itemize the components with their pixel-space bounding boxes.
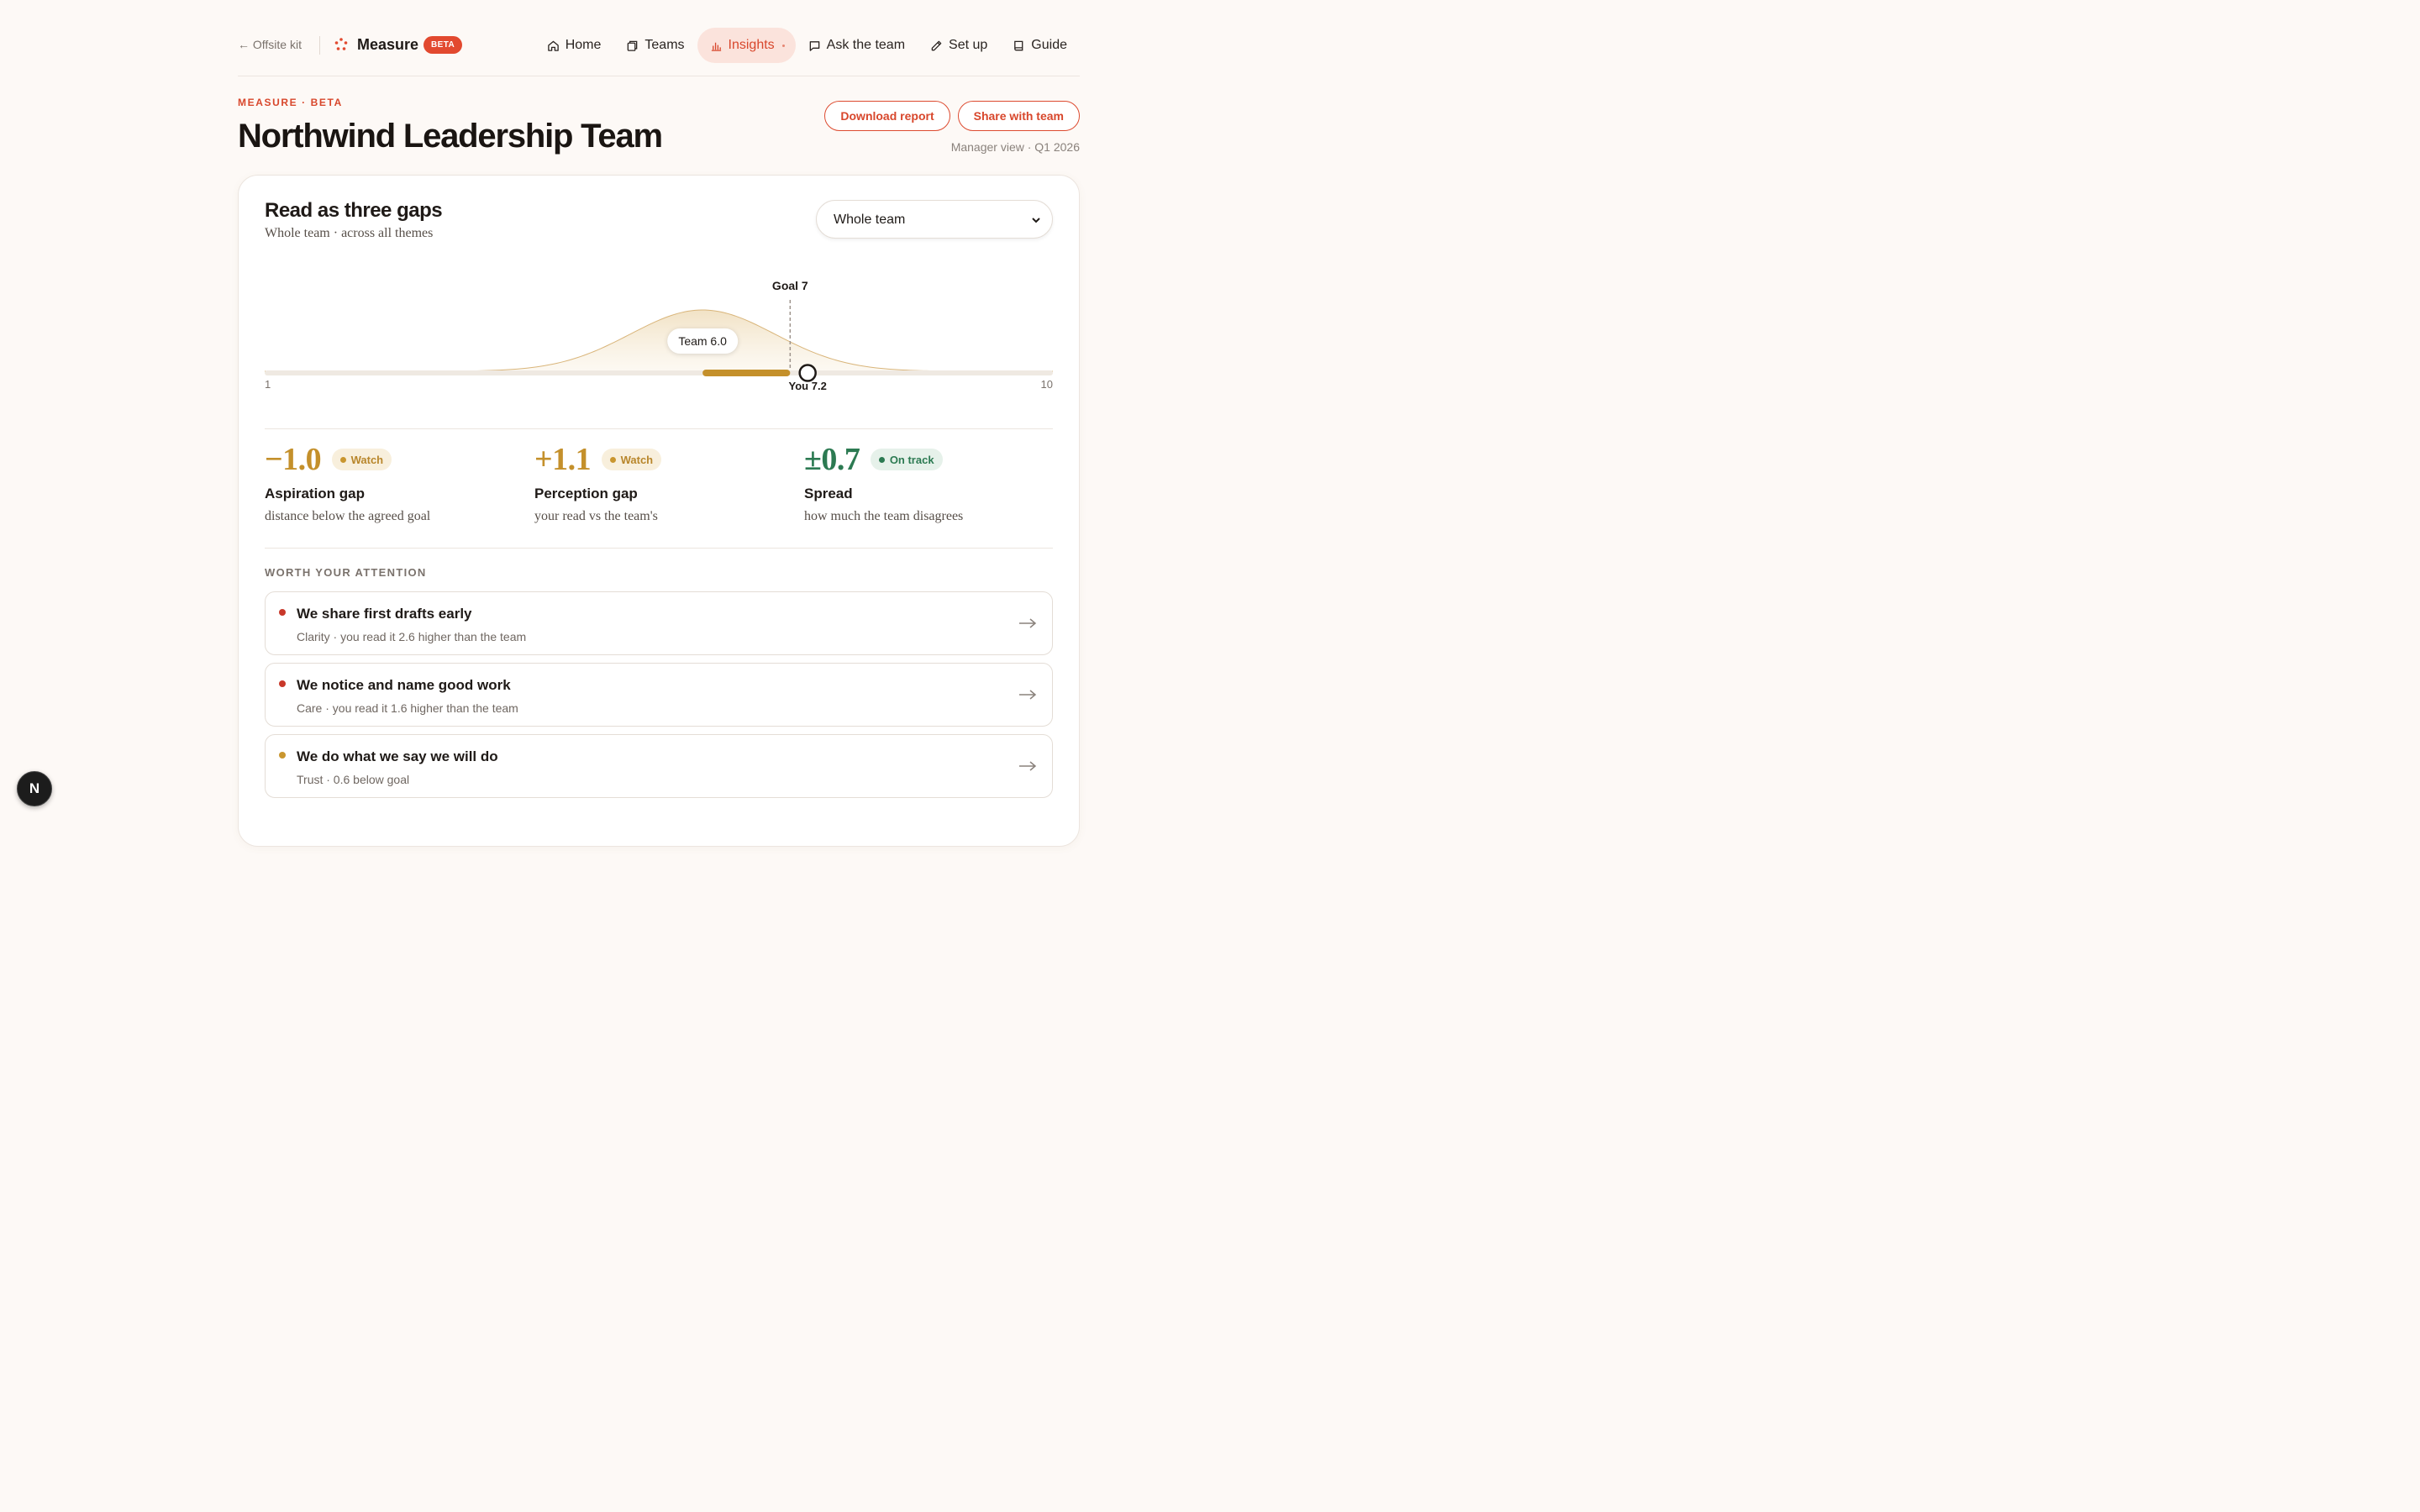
severity-dot bbox=[279, 752, 286, 759]
scale-min-label: 1 bbox=[265, 378, 271, 391]
main-nav: Home Teams Insights Ask the team Set up … bbox=[534, 28, 1080, 63]
gap-description: how much the team disagrees bbox=[804, 509, 964, 523]
nav-teams[interactable]: Teams bbox=[613, 28, 697, 63]
page-title: Northwind Leadership Team bbox=[238, 118, 663, 155]
scale-max-label: 10 bbox=[1040, 378, 1053, 391]
distribution-chart: Goal 7 Team 6.0 You 7.2 1 10 bbox=[265, 268, 1053, 402]
gap-label: Spread bbox=[804, 486, 853, 501]
download-report-button[interactable]: Download report bbox=[824, 101, 950, 131]
gap-aspiration: −1.0 Watch Aspiration gap distance below… bbox=[265, 441, 517, 524]
beta-badge: BETA bbox=[424, 36, 463, 54]
arrow-right-icon bbox=[1019, 618, 1037, 628]
nav-ask-the-team[interactable]: Ask the team bbox=[796, 28, 918, 63]
pencil-icon bbox=[931, 40, 942, 50]
book-icon bbox=[1014, 40, 1023, 50]
header-actions: Download report Share with team bbox=[824, 101, 1080, 131]
arrow-right-icon bbox=[1019, 690, 1037, 700]
severity-dot bbox=[279, 609, 286, 616]
attention-subtitle: Clarity · you read it 2.6 higher than th… bbox=[297, 630, 527, 643]
nav-label: Home bbox=[565, 38, 602, 52]
back-link[interactable]: ← Offsite kit bbox=[238, 38, 302, 51]
divider bbox=[319, 36, 320, 55]
nav-label: Set up bbox=[949, 38, 988, 52]
attention-subtitle: Trust · 0.6 below goal bbox=[297, 773, 410, 786]
message-icon bbox=[809, 40, 819, 51]
dev-tools-badge[interactable]: N bbox=[17, 771, 52, 806]
team-score-pill: Team 6.0 bbox=[667, 328, 738, 354]
nav-label: Teams bbox=[644, 38, 685, 52]
nav-insights[interactable]: Insights bbox=[697, 28, 796, 63]
eyebrow: MEASURE · BETA bbox=[238, 97, 343, 108]
nav-set-up[interactable]: Set up bbox=[918, 28, 1000, 63]
share-with-team-button[interactable]: Share with team bbox=[957, 101, 1080, 131]
copy-icon bbox=[628, 40, 638, 51]
you-score-label: You 7.2 bbox=[788, 380, 827, 392]
card-title: Read as three gaps bbox=[265, 199, 443, 222]
gap-perception: +1.1 Watch Perception gap your read vs t… bbox=[534, 441, 786, 524]
group-select-value: Whole team bbox=[834, 213, 906, 227]
chevron-down-icon bbox=[1032, 218, 1040, 223]
status-badge: Watch bbox=[601, 449, 662, 470]
home-icon bbox=[547, 40, 559, 51]
attention-title: We notice and name good work bbox=[297, 677, 511, 693]
nav-label: Ask the team bbox=[826, 38, 906, 52]
gap-description: your read vs the team's bbox=[534, 509, 658, 523]
gap-label: Perception gap bbox=[534, 486, 638, 501]
divider bbox=[265, 428, 1053, 429]
team-distribution-curve bbox=[265, 309, 1053, 372]
status-dot bbox=[339, 456, 346, 463]
gap-spread: ±0.7 On track Spread how much the team d… bbox=[804, 441, 1056, 524]
section-label: WORTH YOUR ATTENTION bbox=[265, 566, 427, 579]
status-badge: Watch bbox=[331, 449, 392, 470]
status-dot bbox=[609, 456, 616, 463]
divider bbox=[265, 548, 1053, 549]
status-dot bbox=[878, 456, 885, 463]
group-select[interactable]: Whole team bbox=[816, 200, 1053, 239]
status-label: On track bbox=[889, 453, 934, 466]
distribution-svg bbox=[265, 300, 1053, 382]
view-meta: Manager view · Q1 2026 bbox=[950, 140, 1080, 154]
goal-label: Goal 7 bbox=[771, 279, 808, 292]
status-label: Watch bbox=[620, 453, 654, 466]
page: ← Offsite kit Measure BETA Home Teams In… bbox=[238, 0, 1080, 847]
active-indicator bbox=[781, 44, 785, 47]
brand-name[interactable]: Measure bbox=[357, 36, 418, 54]
gap-value: +1.1 bbox=[534, 442, 592, 477]
card-subtitle: Whole team · across all themes bbox=[265, 226, 434, 240]
status-badge: On track bbox=[870, 449, 943, 470]
gaps-card: Read as three gaps Whole team · across a… bbox=[238, 175, 1080, 847]
attention-subtitle: Care · you read it 1.6 higher than the t… bbox=[297, 701, 518, 715]
nav-home[interactable]: Home bbox=[534, 28, 614, 63]
scale-track bbox=[265, 370, 1053, 375]
top-bar: ← Offsite kit Measure BETA Home Teams In… bbox=[238, 0, 1080, 76]
attention-item[interactable]: We notice and name good work Care · you … bbox=[265, 663, 1053, 727]
aspiration-gap-bar bbox=[702, 370, 791, 376]
attention-item[interactable]: We share first drafts early Clarity · yo… bbox=[265, 591, 1053, 655]
gap-value: −1.0 bbox=[265, 442, 322, 477]
attention-title: We do what we say we will do bbox=[297, 748, 498, 764]
you-marker[interactable] bbox=[798, 364, 817, 382]
gap-label: Aspiration gap bbox=[265, 486, 366, 501]
nav-label: Insights bbox=[728, 38, 775, 52]
arrow-right-icon bbox=[1019, 761, 1037, 771]
gap-description: distance below the agreed goal bbox=[265, 509, 431, 523]
nav-guide[interactable]: Guide bbox=[1000, 28, 1080, 63]
attention-item[interactable]: We do what we say we will do Trust · 0.6… bbox=[265, 734, 1053, 798]
nav-label: Guide bbox=[1031, 38, 1067, 52]
gap-value: ±0.7 bbox=[804, 442, 860, 477]
status-label: Watch bbox=[350, 453, 384, 466]
attention-title: We share first drafts early bbox=[297, 606, 472, 622]
severity-dot bbox=[279, 680, 286, 687]
bar-chart-icon bbox=[711, 42, 721, 51]
brand-logo-icon bbox=[334, 38, 348, 50]
